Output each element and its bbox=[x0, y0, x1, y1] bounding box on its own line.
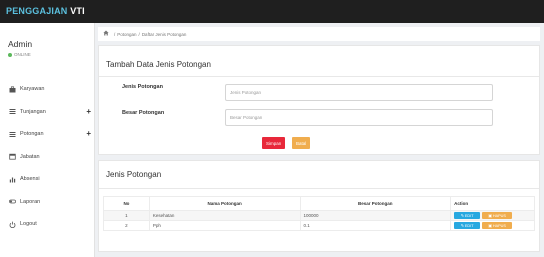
save-button[interactable]: Simpan bbox=[262, 137, 286, 149]
jenis-potongan-input[interactable] bbox=[225, 84, 493, 101]
sidebar-item-label: Laporan bbox=[20, 198, 41, 205]
table-header-row: No Nama Potongan Besar Potongan Action bbox=[103, 196, 535, 211]
user-status: ONLINE bbox=[8, 52, 32, 57]
top-navbar: PENGGAJIAN VTI bbox=[0, 0, 544, 23]
user-name: Admin bbox=[8, 39, 33, 49]
cell-besar: 100000 bbox=[299, 210, 452, 221]
besar-potongan-label: Besar Potongan bbox=[122, 110, 165, 116]
pencil-icon: ✎ bbox=[460, 214, 464, 218]
edit-button[interactable]: ✎ EDIT bbox=[454, 212, 481, 219]
list-icon bbox=[9, 108, 16, 115]
breadcrumb: / Potongan / Daftar Jenis Potongan bbox=[98, 27, 540, 41]
sidebar-item-potongan[interactable]: Potongan + bbox=[0, 123, 95, 146]
expand-plus-icon[interactable]: + bbox=[86, 107, 91, 116]
cell-no: 2 bbox=[103, 220, 150, 231]
cancel-button[interactable]: Batal bbox=[292, 137, 311, 149]
table-row: 1 Kesehatan 100000 ✎ EDIT ▣ HAPUS bbox=[103, 210, 535, 221]
column-header-besar: Besar Potongan bbox=[299, 196, 452, 211]
delete-label: HAPUS bbox=[492, 213, 506, 218]
user-status-label: ONLINE bbox=[14, 52, 31, 57]
pencil-icon: ✎ bbox=[460, 224, 464, 228]
briefcase-icon bbox=[9, 86, 16, 93]
column-header-nama: Nama Potongan bbox=[148, 196, 301, 211]
brand-highlight: VTI bbox=[67, 6, 85, 16]
list-icon bbox=[9, 131, 16, 138]
breadcrumb-separator: / bbox=[114, 31, 116, 37]
delete-button[interactable]: ▣ HAPUS bbox=[482, 212, 513, 219]
sidebar-item-label: Karyawan bbox=[20, 86, 45, 93]
sidebar-item-tunjangan[interactable]: Tunjangan + bbox=[0, 101, 95, 124]
delete-button[interactable]: ▣ HAPUS bbox=[482, 222, 513, 229]
cell-no: 1 bbox=[103, 210, 150, 221]
sidebar: Admin ONLINE Karyawan Tunjangan + Potong… bbox=[0, 23, 95, 257]
sidebar-item-karyawan[interactable]: Karyawan bbox=[0, 78, 95, 101]
besar-potongan-input[interactable] bbox=[225, 109, 493, 126]
table-row: 2 Pph 0.1 ✎ EDIT ▣ HAPUS bbox=[103, 220, 535, 231]
toggle-icon bbox=[9, 198, 16, 205]
sidebar-item-laporan[interactable]: Laporan bbox=[0, 191, 95, 214]
table-panel: Jenis Potongan No Nama Potongan Besar Po… bbox=[98, 160, 540, 252]
edit-label: EDIT bbox=[464, 223, 474, 228]
sidebar-item-label: Potongan bbox=[20, 131, 44, 138]
edit-label: EDIT bbox=[464, 213, 474, 218]
column-header-no: No bbox=[103, 196, 150, 211]
cell-nama: Pph bbox=[148, 220, 301, 231]
calendar-icon bbox=[9, 153, 16, 160]
bar-chart-icon bbox=[9, 176, 16, 183]
potongan-table: No Nama Potongan Besar Potongan Action 1… bbox=[103, 196, 535, 231]
app-brand[interactable]: PENGGAJIAN VTI bbox=[6, 6, 85, 16]
expand-plus-icon[interactable]: + bbox=[86, 129, 91, 138]
brand-main: PENGGAJIAN bbox=[6, 6, 68, 16]
breadcrumb-item-potongan[interactable]: Potongan bbox=[117, 32, 136, 37]
table-panel-title: Jenis Potongan bbox=[106, 170, 162, 179]
sidebar-item-jabatan[interactable]: Jabatan bbox=[0, 146, 95, 169]
trash-icon: ▣ bbox=[488, 214, 492, 218]
trash-icon: ▣ bbox=[488, 224, 492, 228]
divider bbox=[99, 188, 539, 189]
user-panel: Admin ONLINE bbox=[8, 39, 32, 57]
sidebar-item-absensi[interactable]: Absensi bbox=[0, 168, 95, 191]
cell-action: ✎ EDIT ▣ HAPUS bbox=[450, 210, 535, 221]
sidebar-item-label: Absensi bbox=[20, 176, 40, 183]
form-panel-title: Tambah Data Jenis Potongan bbox=[106, 60, 211, 69]
cell-nama: Kesehatan bbox=[148, 210, 301, 221]
form-panel: Tambah Data Jenis Potongan Jenis Potonga… bbox=[98, 45, 540, 155]
sidebar-item-logout[interactable]: Logout bbox=[0, 213, 95, 236]
column-header-action: Action bbox=[450, 196, 535, 211]
divider bbox=[99, 76, 539, 77]
home-icon[interactable] bbox=[103, 30, 109, 38]
edit-button[interactable]: ✎ EDIT bbox=[454, 222, 481, 229]
sidebar-item-label: Jabatan bbox=[20, 153, 40, 160]
breadcrumb-item-current: Daftar Jenis Potongan bbox=[141, 31, 187, 37]
power-icon bbox=[9, 221, 16, 228]
sidebar-item-label: Logout bbox=[20, 221, 37, 228]
online-status-icon bbox=[8, 52, 12, 57]
sidebar-menu: Karyawan Tunjangan + Potongan + Jabatan bbox=[0, 78, 95, 236]
delete-label: HAPUS bbox=[492, 223, 506, 228]
jenis-potongan-label: Jenis Potongan bbox=[122, 84, 163, 90]
cell-besar: 0.1 bbox=[299, 220, 452, 231]
breadcrumb-separator: / bbox=[138, 31, 140, 37]
sidebar-item-label: Tunjangan bbox=[20, 108, 46, 115]
cell-action: ✎ EDIT ▣ HAPUS bbox=[450, 220, 535, 231]
